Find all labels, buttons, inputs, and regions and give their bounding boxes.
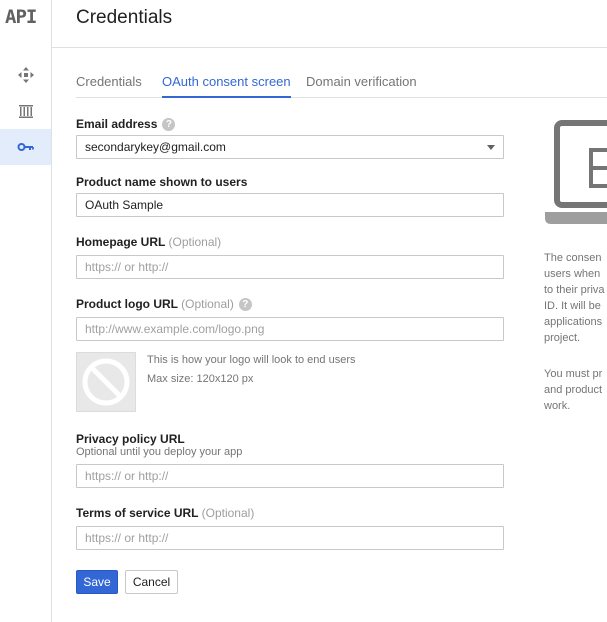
info-line: applications — [544, 316, 603, 328]
logo-note: This is how your logo will look to end u… — [147, 354, 356, 366]
optional-tag: (Optional) — [168, 235, 222, 249]
header: Credentials — [52, 0, 607, 48]
optional-tag: (Optional) — [201, 506, 255, 520]
terms-label-text: Terms of service URL — [76, 506, 199, 520]
product-logo-url-field[interactable] — [76, 317, 504, 341]
sidebar: API — [0, 0, 52, 622]
info-line: The consen — [544, 252, 602, 264]
sidebar-item-credentials[interactable] — [0, 129, 51, 165]
sidebar-item-dashboard[interactable] — [0, 57, 51, 93]
homepage-label: Homepage URL (Optional) — [76, 235, 221, 249]
email-label-text: Email address — [76, 117, 158, 131]
info-line: project. — [544, 332, 581, 344]
no-image-icon — [82, 358, 130, 406]
product-name-field[interactable] — [76, 193, 504, 217]
homepage-label-text: Homepage URL — [76, 235, 166, 249]
privacy-policy-sublabel: Optional until you deploy your app — [76, 446, 243, 458]
key-icon — [17, 143, 34, 151]
terms-label: Terms of service URL (Optional) — [76, 506, 254, 520]
library-icon — [18, 105, 33, 118]
tab-domain-verification[interactable]: Domain verification — [306, 74, 417, 98]
email-select-value: secondarykey@gmail.com — [85, 140, 226, 154]
tab-bar: Credentials OAuth consent screen Domain … — [76, 70, 607, 98]
laptop-illustration — [545, 120, 607, 224]
sidebar-item-library[interactable] — [0, 93, 51, 129]
privacy-policy-url-field[interactable] — [76, 464, 504, 488]
info-line: ID. It will be — [544, 300, 601, 312]
chevron-down-icon — [487, 145, 495, 150]
email-label: Email address? — [76, 117, 176, 132]
logo-max-size: Max size: 120x120 px — [147, 373, 254, 385]
product-logo-label-text: Product logo URL — [76, 297, 178, 311]
tab-oauth-consent-screen[interactable]: OAuth consent screen — [162, 74, 291, 98]
product-name-label: Product name shown to users — [76, 175, 248, 189]
help-icon[interactable]: ? — [238, 298, 252, 312]
email-select[interactable]: secondarykey@gmail.com — [76, 135, 504, 159]
move-icon — [17, 67, 34, 83]
info-line: to their priva — [544, 284, 605, 296]
page-title: Credentials — [76, 7, 173, 28]
homepage-url-field[interactable] — [76, 255, 504, 279]
api-logo: API — [5, 6, 37, 28]
product-logo-label: Product logo URL (Optional)? — [76, 297, 252, 312]
save-button[interactable]: Save — [76, 570, 118, 594]
consent-requirement-text: You must pr and product work. — [544, 366, 607, 414]
info-line: You must pr — [544, 368, 603, 380]
info-line: and product — [544, 384, 603, 396]
info-line: work. — [544, 400, 571, 412]
terms-url-field[interactable] — [76, 526, 504, 550]
optional-tag: (Optional) — [181, 297, 234, 311]
cancel-button[interactable]: Cancel — [125, 570, 178, 594]
info-line: users when — [544, 268, 601, 280]
privacy-policy-label: Privacy policy URL — [76, 432, 185, 446]
tab-credentials[interactable]: Credentials — [76, 74, 142, 98]
help-icon[interactable]: ? — [162, 118, 176, 132]
logo-preview — [76, 352, 136, 412]
consent-info-text: The consen users when to their priva ID.… — [544, 250, 607, 346]
